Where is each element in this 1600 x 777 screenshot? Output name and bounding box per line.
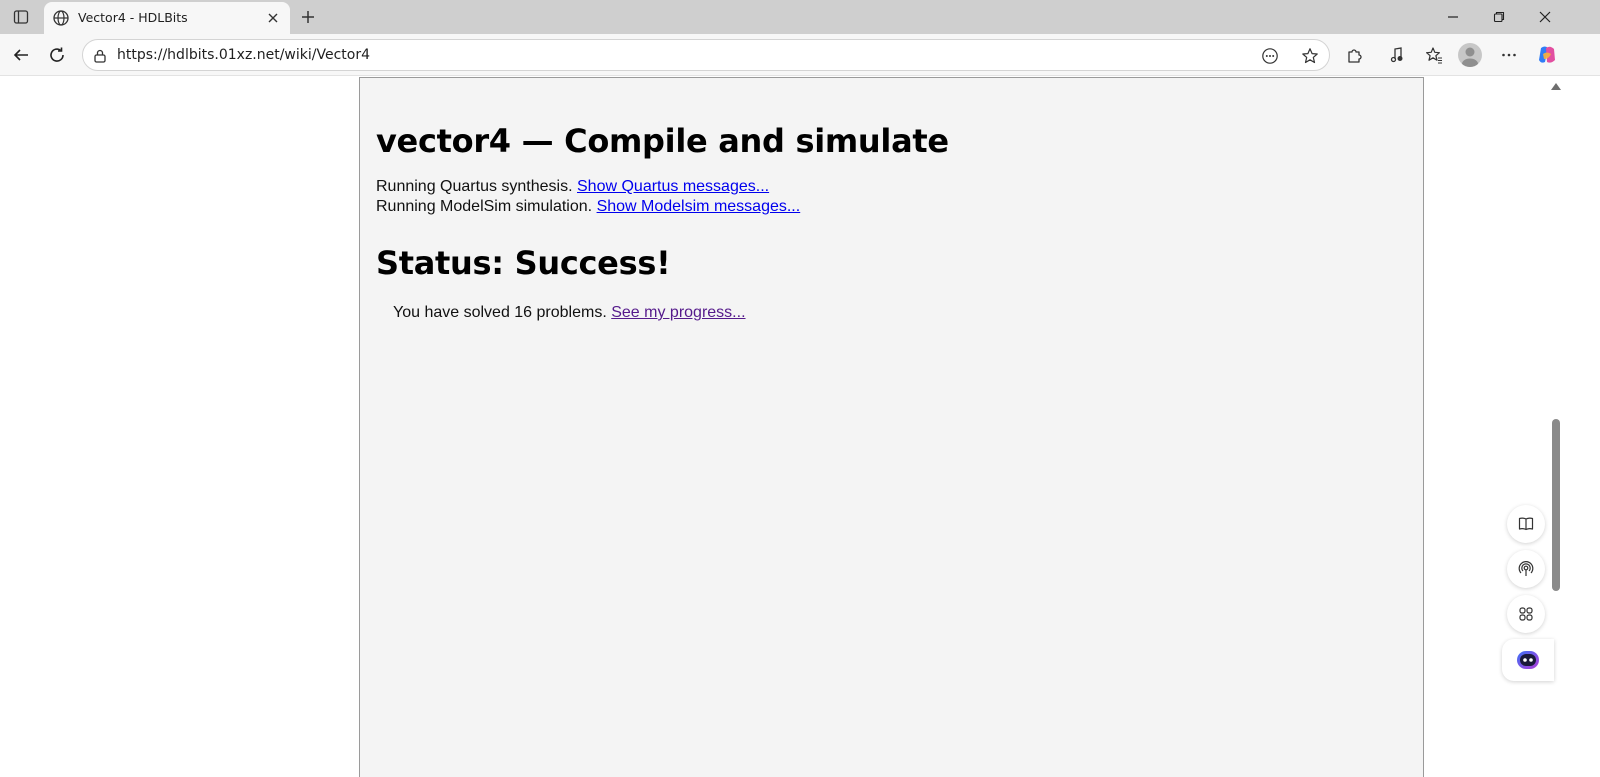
more-circle-icon[interactable]: [1259, 45, 1281, 67]
profile-avatar-icon[interactable]: [1458, 43, 1482, 67]
page-title: vector4 — Compile and simulate: [376, 122, 949, 160]
scrollbar-thumb[interactable]: [1552, 419, 1560, 591]
plus-icon[interactable]: [296, 5, 320, 29]
modelsim-text: Running ModelSim simulation.: [376, 198, 593, 215]
podcast-icon[interactable]: [1507, 550, 1545, 588]
content-panel: vector4 — Compile and simulate Running Q…: [359, 77, 1424, 777]
browser-tab[interactable]: Vector4 - HDLBits: [44, 2, 290, 34]
show-modelsim-messages-link[interactable]: Show Modelsim messages...: [597, 198, 801, 215]
favorites-icon[interactable]: [1421, 42, 1447, 68]
apps-icon[interactable]: [1507, 595, 1545, 633]
quartus-line: Running Quartus synthesis. Show Quartus …: [376, 178, 769, 196]
status-heading: Status: Success!: [376, 244, 671, 282]
ellipsis-icon[interactable]: [1496, 42, 1522, 68]
progress-line: You have solved 16 problems. See my prog…: [393, 304, 746, 322]
tab-bar: Vector4 - HDLBits: [0, 0, 1600, 34]
tab-title: Vector4 - HDLBits: [78, 10, 188, 25]
puzzle-icon[interactable]: [1342, 42, 1368, 68]
close-icon[interactable]: [264, 9, 282, 27]
copilot-face-icon[interactable]: [1502, 639, 1554, 681]
window-close-icon[interactable]: [1522, 0, 1568, 34]
book-icon[interactable]: [1507, 505, 1545, 543]
browser-toolbar: https://hdlbits.01xz.net/wiki/Vector4: [0, 34, 1600, 76]
lock-icon[interactable]: [93, 48, 107, 63]
music-icon[interactable]: [1384, 42, 1410, 68]
url-text[interactable]: https://hdlbits.01xz.net/wiki/Vector4: [117, 47, 370, 63]
page-viewport: vector4 — Compile and simulate Running Q…: [0, 77, 1600, 777]
tab-actions-icon[interactable]: [8, 6, 34, 28]
see-my-progress-link[interactable]: See my progress...: [611, 304, 745, 321]
restore-icon[interactable]: [1476, 0, 1522, 34]
globe-icon: [52, 9, 70, 27]
show-quartus-messages-link[interactable]: Show Quartus messages...: [577, 178, 769, 195]
address-bar[interactable]: https://hdlbits.01xz.net/wiki/Vector4: [82, 39, 1330, 71]
minimize-icon[interactable]: [1430, 0, 1476, 34]
star-icon[interactable]: [1299, 45, 1321, 67]
quartus-text: Running Quartus synthesis.: [376, 178, 573, 195]
back-arrow-icon[interactable]: [8, 42, 34, 68]
copilot-icon[interactable]: [1534, 42, 1560, 68]
modelsim-line: Running ModelSim simulation. Show Models…: [376, 198, 800, 216]
progress-text: You have solved 16 problems.: [393, 304, 607, 321]
scroll-up-arrow-icon[interactable]: [1551, 83, 1561, 90]
refresh-icon[interactable]: [44, 42, 70, 68]
